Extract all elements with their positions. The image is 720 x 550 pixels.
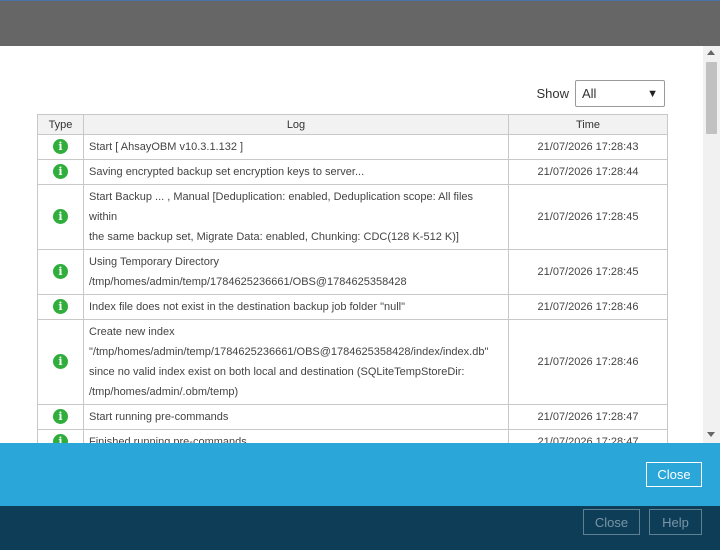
log-message-cell: Saving encrypted backup set encryption k… bbox=[83, 159, 509, 185]
log-message-line: Create new index bbox=[89, 326, 175, 338]
log-type-cell: i bbox=[37, 184, 84, 250]
log-time-cell: 21/07/2026 17:28:45 bbox=[508, 249, 668, 295]
log-row[interactable]: i Using Temporary Directory/tmp/homes/adm… bbox=[37, 249, 668, 295]
col-header-type[interactable]: Type bbox=[37, 114, 84, 135]
log-message-line: Saving encrypted backup set encryption k… bbox=[89, 166, 365, 178]
log-time-cell: 21/07/2026 17:28:47 bbox=[508, 404, 668, 430]
log-time-cell: 21/07/2026 17:28:43 bbox=[508, 134, 668, 160]
info-icon: i bbox=[53, 354, 68, 369]
info-icon: i bbox=[53, 409, 68, 424]
log-row[interactable]: i Saving encrypted backup set encryption … bbox=[37, 159, 668, 185]
log-message-line: /tmp/homes/admin/temp/1784625236661/OBS@… bbox=[89, 276, 407, 288]
log-message-cell: Create new index "/tmp/homes/admin/temp/1… bbox=[83, 319, 509, 405]
log-message-cell: Using Temporary Directory/tmp/homes/admi… bbox=[83, 249, 509, 295]
log-message-line: Start Backup ... , Manual [Deduplication… bbox=[89, 191, 474, 223]
log-message-line: /tmp/homes/admin/.obm/temp) bbox=[89, 386, 239, 398]
log-message-line: the same backup set, Migrate Data: enabl… bbox=[89, 231, 459, 243]
log-type-cell: i bbox=[37, 159, 84, 185]
log-row[interactable]: i Finished running pre-commands 21/07/2026… bbox=[37, 429, 668, 443]
log-row[interactable]: i Create new index "/tmp/homes/admin/temp/… bbox=[37, 319, 668, 405]
show-filter: Show All ▼ bbox=[536, 80, 665, 107]
log-type-cell: i bbox=[37, 319, 84, 405]
log-message-cell: Index file does not exist in the destina… bbox=[83, 294, 509, 320]
col-header-time[interactable]: Time bbox=[508, 114, 668, 135]
show-select[interactable]: All ▼ bbox=[575, 80, 665, 107]
info-icon: i bbox=[53, 164, 68, 179]
log-message-cell: Finished running pre-commands bbox=[83, 429, 509, 443]
scroll-thumb[interactable] bbox=[706, 62, 717, 134]
log-message-line: Index file does not exist in the destina… bbox=[89, 301, 406, 313]
log-type-cell: i bbox=[37, 134, 84, 160]
bottom-action-bar: Close Help bbox=[0, 506, 720, 550]
info-icon: i bbox=[53, 139, 68, 154]
chevron-down-icon: ▼ bbox=[647, 87, 658, 100]
info-icon: i bbox=[53, 299, 68, 314]
log-message-line: Using Temporary Directory bbox=[89, 256, 220, 268]
log-row[interactable]: i Start Backup ... , Manual [Deduplicatio… bbox=[37, 184, 668, 250]
log-type-cell: i bbox=[37, 404, 84, 430]
log-time-cell: 21/07/2026 17:28:47 bbox=[508, 429, 668, 443]
log-message-line: since no valid index exist on both local… bbox=[89, 366, 465, 378]
col-header-log[interactable]: Log bbox=[83, 114, 509, 135]
log-time-cell: 21/07/2026 17:28:46 bbox=[508, 319, 668, 405]
log-type-cell: i bbox=[37, 294, 84, 320]
top-bar bbox=[0, 0, 720, 46]
log-message-line: Finished running pre-commands bbox=[89, 436, 247, 443]
info-icon: i bbox=[53, 209, 68, 224]
show-label: Show bbox=[536, 86, 569, 101]
log-panel: Show All ▼ Type Log Time i Start [ AhsayO… bbox=[0, 46, 720, 443]
log-message-line: Start [ AhsayOBM v10.3.1.132 ] bbox=[89, 141, 244, 153]
log-table-body: i Start [ AhsayOBM v10.3.1.132 ] 21/07/202… bbox=[37, 134, 668, 443]
log-time-cell: 21/07/2026 17:28:46 bbox=[508, 294, 668, 320]
log-type-cell: i bbox=[37, 249, 84, 295]
vertical-scrollbar[interactable] bbox=[703, 46, 720, 443]
log-message-cell: Start Backup ... , Manual [Deduplication… bbox=[83, 184, 509, 250]
log-row[interactable]: i Start running pre-commands 21/07/2026 17… bbox=[37, 404, 668, 430]
log-row[interactable]: i Start [ AhsayOBM v10.3.1.132 ] 21/07/202… bbox=[37, 134, 668, 160]
close-button[interactable]: Close bbox=[646, 462, 702, 487]
dialog-footer: Close bbox=[0, 443, 720, 506]
log-table-header: Type Log Time bbox=[37, 114, 668, 135]
log-time-cell: 21/07/2026 17:28:44 bbox=[508, 159, 668, 185]
log-time-cell: 21/07/2026 17:28:45 bbox=[508, 184, 668, 250]
log-row[interactable]: i Index file does not exist in the destin… bbox=[37, 294, 668, 320]
bottom-close-button[interactable]: Close bbox=[583, 509, 640, 535]
info-icon: i bbox=[53, 264, 68, 279]
show-select-value: All bbox=[582, 86, 597, 101]
log-message-cell: Start running pre-commands bbox=[83, 404, 509, 430]
scroll-up-arrow-icon[interactable] bbox=[707, 50, 715, 55]
info-icon: i bbox=[53, 434, 68, 443]
scroll-down-arrow-icon[interactable] bbox=[707, 432, 715, 437]
log-table: Type Log Time i Start [ AhsayOBM v10.3.1.… bbox=[37, 114, 668, 443]
log-message-cell: Start [ AhsayOBM v10.3.1.132 ] bbox=[83, 134, 509, 160]
log-type-cell: i bbox=[37, 429, 84, 443]
log-message-line: "/tmp/homes/admin/temp/1784625236661/OBS… bbox=[89, 346, 489, 358]
help-button[interactable]: Help bbox=[649, 509, 702, 535]
log-message-line: Start running pre-commands bbox=[89, 411, 229, 423]
